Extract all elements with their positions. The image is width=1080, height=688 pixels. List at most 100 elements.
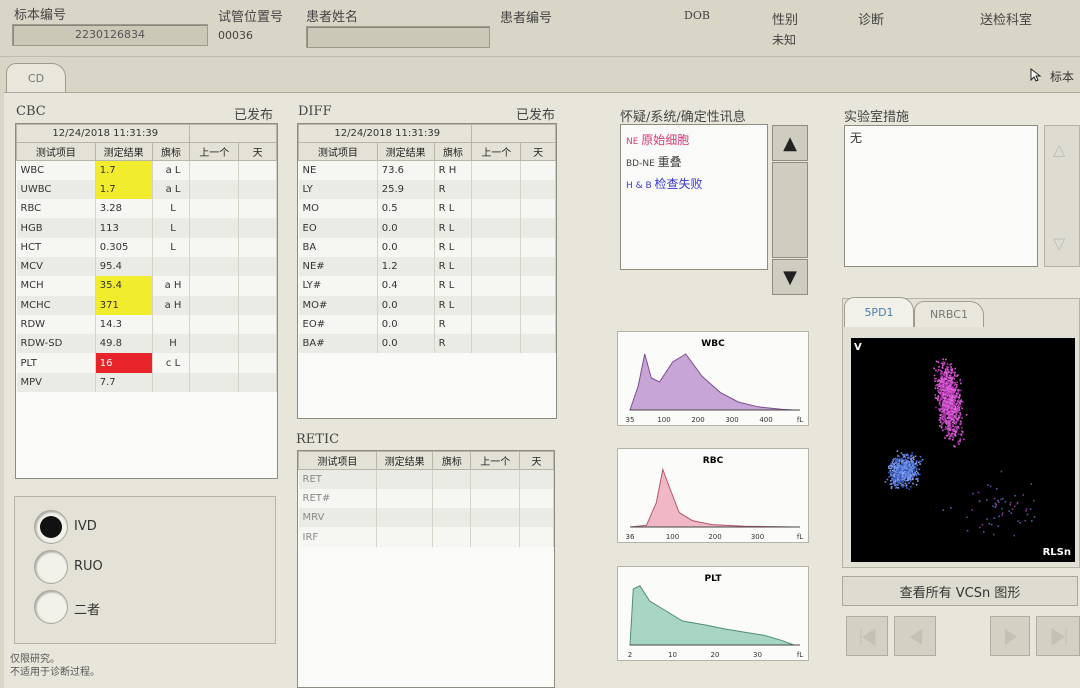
scatter-point <box>915 474 918 477</box>
scatter-point <box>893 458 895 460</box>
test-item: MCV <box>16 256 96 277</box>
nav-first-button[interactable] <box>846 616 888 656</box>
column-header[interactable]: 测试项目 <box>298 142 378 161</box>
column-header[interactable]: 测试项目 <box>16 142 96 161</box>
sample-no-field[interactable]: 2230126834 <box>12 24 208 46</box>
column-header[interactable]: 天 <box>238 142 277 161</box>
scatter-point <box>896 484 898 486</box>
days-cell <box>520 218 556 238</box>
scatter-point <box>948 435 951 438</box>
table-row[interactable]: RDW-SD 49.8 H <box>16 334 277 354</box>
table-row[interactable]: WBC 1.7 a L <box>16 160 277 180</box>
column-header[interactable]: 测试项目 <box>298 451 377 470</box>
table-row[interactable]: BA 0.0 R L <box>298 237 556 257</box>
tab-5pd1[interactable]: 5PD1 <box>844 297 914 327</box>
table-row[interactable]: NE# 1.2 R L <box>298 256 556 277</box>
table-row[interactable]: EO# 0.0 R <box>298 314 556 335</box>
nav-last-button[interactable] <box>1036 616 1080 656</box>
table-row[interactable]: RET <box>298 469 554 489</box>
view-all-vcsn-button[interactable]: 查看所有 VCSn 图形 <box>842 576 1078 606</box>
table-row[interactable]: MO 0.5 R L <box>298 199 556 219</box>
test-item: BA# <box>298 334 378 354</box>
scatter-point <box>917 473 920 475</box>
table-row[interactable]: MCH 35.4 a H <box>16 276 277 296</box>
table-row[interactable]: RDW 14.3 <box>16 314 277 335</box>
previous-cell <box>189 179 240 200</box>
previous-cell <box>189 218 240 238</box>
column-header[interactable]: 测定结果 <box>376 142 435 161</box>
flags-scroll-down-button[interactable]: ▼ <box>772 259 808 295</box>
scatter-point <box>957 426 960 428</box>
mode-radio-ruo[interactable] <box>34 550 68 584</box>
test-item: RET <box>298 469 377 489</box>
tab-nrbc1[interactable]: NRBC1 <box>914 301 984 327</box>
table-row[interactable]: MPV 7.7 <box>16 372 277 393</box>
column-header[interactable]: 测定结果 <box>375 451 434 470</box>
table-row[interactable]: LY# 0.4 R L <box>298 276 556 296</box>
result-cell: 0.305 <box>95 237 153 257</box>
flags-scroll-up-button[interactable]: ▲ <box>772 125 808 161</box>
days-cell <box>519 469 554 489</box>
table-row[interactable]: RBC 3.28 L <box>16 199 277 219</box>
previous-cell <box>471 314 522 335</box>
lab-text-box[interactable] <box>844 125 1038 267</box>
test-item: NE <box>298 160 378 180</box>
flag-message[interactable]: BD-NE 重叠 <box>626 153 682 170</box>
table-row[interactable]: PLT 16 c L <box>16 353 277 373</box>
table-row[interactable]: MCV 95.4 <box>16 256 277 277</box>
column-header[interactable]: 上一个 <box>471 142 522 161</box>
nav-prev-button[interactable] <box>894 616 936 656</box>
scatter-point <box>943 407 946 409</box>
flags-title: 怀疑/系统/确定性讯息 <box>620 110 746 125</box>
scatter-point <box>950 507 952 509</box>
column-header[interactable]: 天 <box>520 142 556 161</box>
nav-next-button[interactable] <box>990 616 1030 656</box>
table-row[interactable]: BA# 0.0 R <box>298 334 556 354</box>
table-row[interactable]: UWBC 1.7 a L <box>16 179 277 200</box>
scatter-point <box>910 458 912 461</box>
scatter-point <box>987 484 989 486</box>
mode-radio-ivd[interactable] <box>34 510 68 544</box>
table-row[interactable]: IRF <box>298 527 554 547</box>
mode-radio-二者[interactable] <box>34 590 68 624</box>
scatter-point <box>949 429 952 431</box>
scatter-point <box>940 425 943 428</box>
result-cell: 14.3 <box>95 314 153 335</box>
table-row[interactable]: MCHC 371 a H <box>16 295 277 315</box>
column-header[interactable]: 旗标 <box>433 142 473 161</box>
table-row[interactable]: HGB 113 L <box>16 218 277 238</box>
scatter-point <box>921 458 924 461</box>
flags-scrollbar[interactable] <box>772 162 808 258</box>
column-header[interactable]: 旗标 <box>151 142 191 161</box>
scatter-point <box>942 383 944 386</box>
radio-selected-dot <box>40 516 62 538</box>
lab-scrollbar[interactable]: △ ▽ <box>1044 125 1080 267</box>
result-cell: 0.0 <box>377 314 435 335</box>
column-header[interactable]: 测定结果 <box>94 142 153 161</box>
column-header[interactable]: 旗标 <box>432 451 472 470</box>
table-row[interactable]: MRV <box>298 508 554 528</box>
table-row[interactable]: NE 73.6 R H <box>298 160 556 180</box>
column-header[interactable]: 上一个 <box>189 142 240 161</box>
column-header[interactable]: 天 <box>519 451 554 470</box>
scatter-point <box>952 439 954 441</box>
scatter-point <box>1001 507 1003 510</box>
column-header[interactable]: 上一个 <box>470 451 521 470</box>
flag-message[interactable]: H & B 检查失败 <box>626 175 703 192</box>
scatter-point <box>894 487 897 489</box>
scatter-point <box>956 429 959 431</box>
table-row[interactable]: EO 0.0 R L <box>298 218 556 238</box>
scatter-point <box>944 391 947 393</box>
table-row[interactable]: RET# <box>298 488 554 509</box>
table-row[interactable]: HCT 0.305 L <box>16 237 277 257</box>
scatter-point <box>949 437 951 440</box>
table-row[interactable]: LY 25.9 R <box>298 179 556 200</box>
sample-link[interactable]: 标本 <box>1050 68 1074 85</box>
scatter-point <box>1001 512 1004 514</box>
tab-cd[interactable]: CD <box>6 63 66 93</box>
scatter-point <box>942 509 945 511</box>
result-cell: 1.7 <box>95 160 153 180</box>
patient-name-field[interactable] <box>306 26 490 48</box>
table-row[interactable]: MO# 0.0 R L <box>298 295 556 315</box>
flag-message[interactable]: NE 原始细胞 <box>626 131 689 148</box>
